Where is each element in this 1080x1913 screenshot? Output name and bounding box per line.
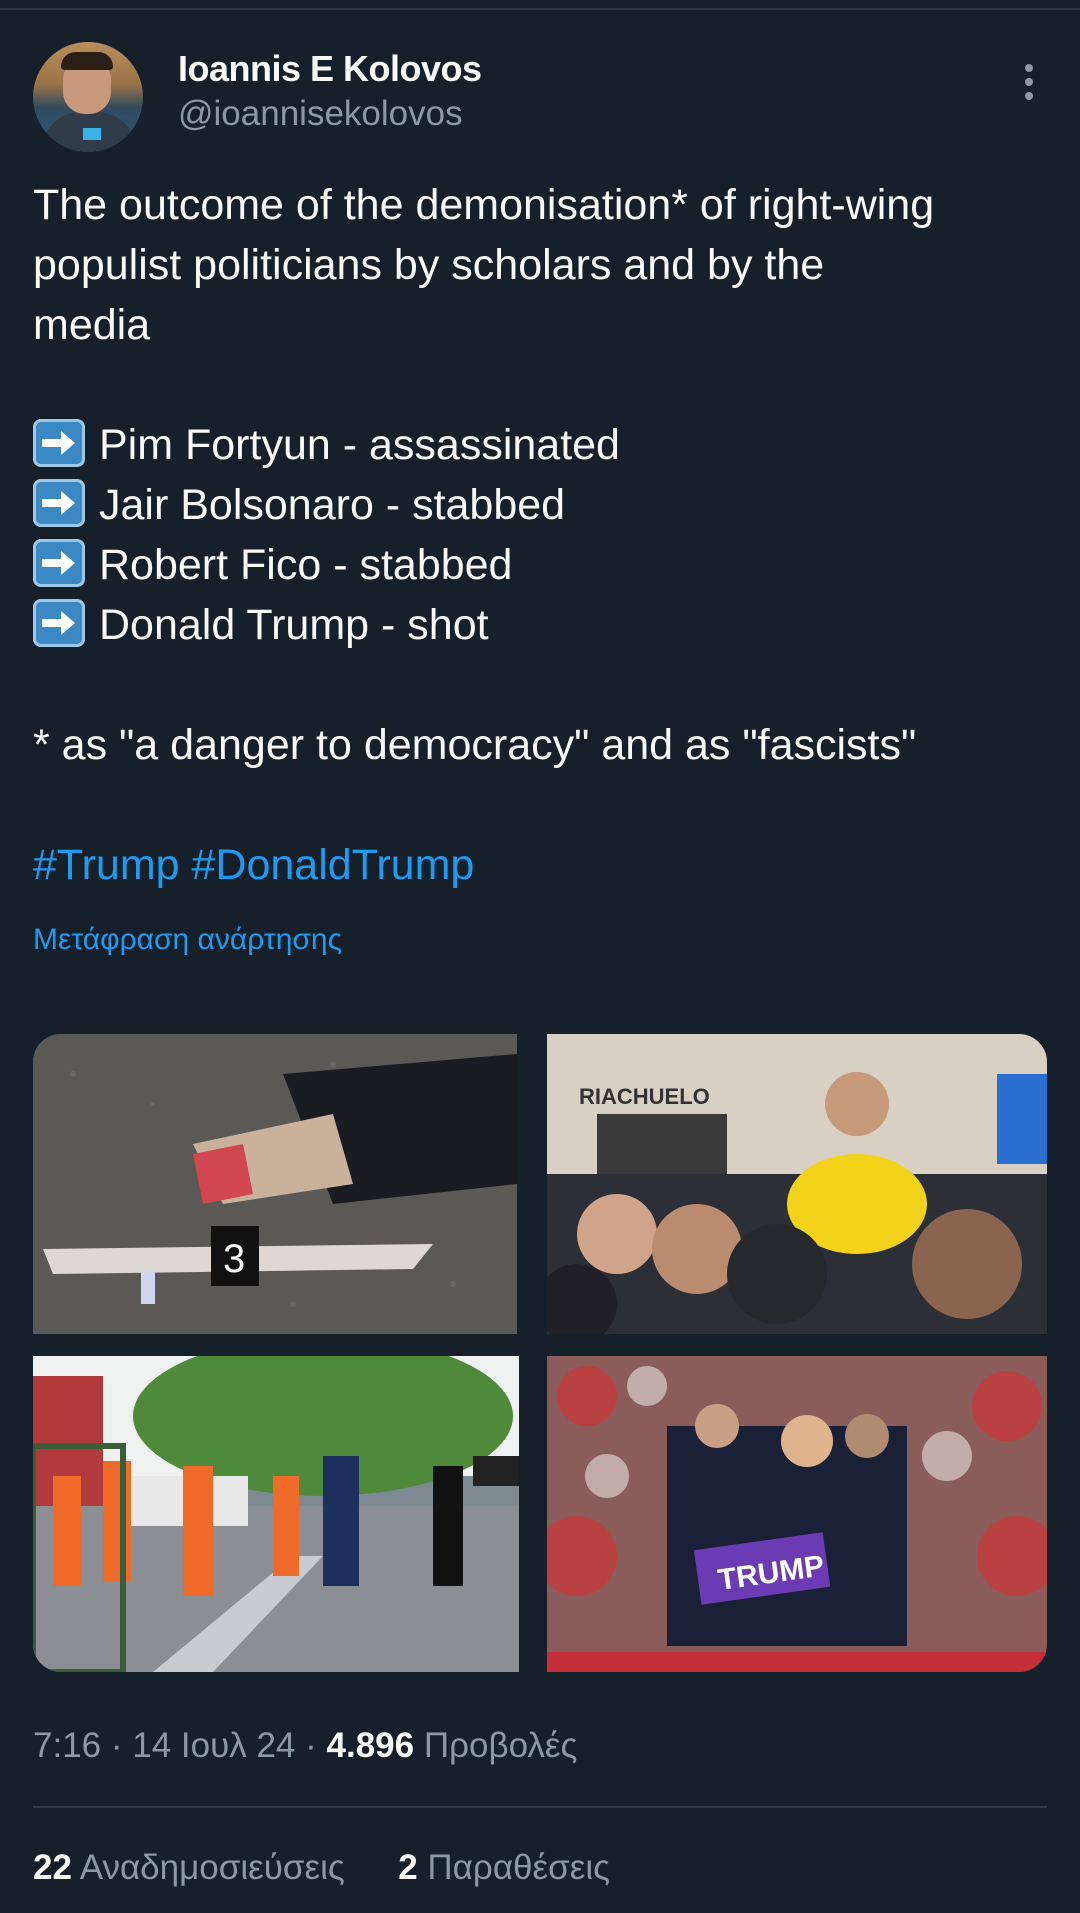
quotes-label: Παραθέσεις [427, 1848, 610, 1887]
top-border [0, 0, 1080, 10]
post-header: Ioannis E Kolovos @ioannisekolovos [33, 42, 1047, 152]
post-stats: 22 Αναδημοσιεύσεις 2 Παραθέσεις [33, 1848, 610, 1888]
right-arrow-emoji-icon [33, 539, 85, 587]
author-handle[interactable]: @ioannisekolovos [178, 94, 463, 134]
post-text-line: populist politicians by scholars and by … [33, 241, 825, 289]
quotes-count: 2 [398, 1848, 418, 1887]
evidence-marker-number: 3 [223, 1237, 245, 1281]
post-text: The outcome of the demonisation* of righ… [33, 175, 1053, 895]
post-time[interactable]: 7:16 [33, 1726, 101, 1765]
media-grid: 3 RIACHUELO TRUMP [33, 1034, 1047, 1672]
footnote: * as "a danger to democracy" and as "fas… [33, 721, 917, 769]
list-item: Robert Fico - stabbed [33, 535, 1053, 595]
media-image-4[interactable]: TRUMP [547, 1356, 1047, 1672]
views-label: Προβολές [423, 1726, 578, 1765]
post-text-line: media [33, 301, 151, 349]
post-date[interactable]: 14 Ιουλ 24 [132, 1726, 295, 1765]
views-count: 4.896 [326, 1726, 415, 1765]
media-image-1[interactable]: 3 [33, 1034, 517, 1334]
right-arrow-emoji-icon [33, 479, 85, 527]
store-sign: RIACHUELO [579, 1084, 710, 1109]
right-arrow-emoji-icon [33, 599, 85, 647]
media-image-3[interactable] [33, 1356, 519, 1672]
post-text-line: The outcome of the demonisation* of righ… [33, 181, 935, 229]
hashtag-links[interactable]: #Trump #DonaldTrump [33, 835, 1053, 895]
right-arrow-emoji-icon [33, 419, 85, 467]
reposts-count: 22 [33, 1848, 72, 1887]
list-item: Jair Bolsonaro - stabbed [33, 475, 1053, 535]
media-image-2[interactable]: RIACHUELO [547, 1034, 1047, 1334]
avatar[interactable] [33, 42, 143, 152]
reposts-stat[interactable]: 22 Αναδημοσιεύσεις [33, 1848, 354, 1887]
list-item: Pim Fortyun - assassinated [33, 415, 1053, 475]
post-meta: 7:16 · 14 Ιουλ 24 · 4.896 Προβολές [33, 1726, 578, 1765]
quotes-stat[interactable]: 2 Παραθέσεις [398, 1848, 610, 1887]
list-item: Donald Trump - shot [33, 595, 1053, 655]
more-options-icon[interactable] [1021, 64, 1037, 108]
author-name[interactable]: Ioannis E Kolovos [178, 48, 482, 90]
divider [33, 1806, 1047, 1808]
reposts-label: Αναδημοσιεύσεις [79, 1848, 345, 1887]
translate-post-link[interactable]: Μετάφραση ανάρτησης [33, 923, 342, 957]
